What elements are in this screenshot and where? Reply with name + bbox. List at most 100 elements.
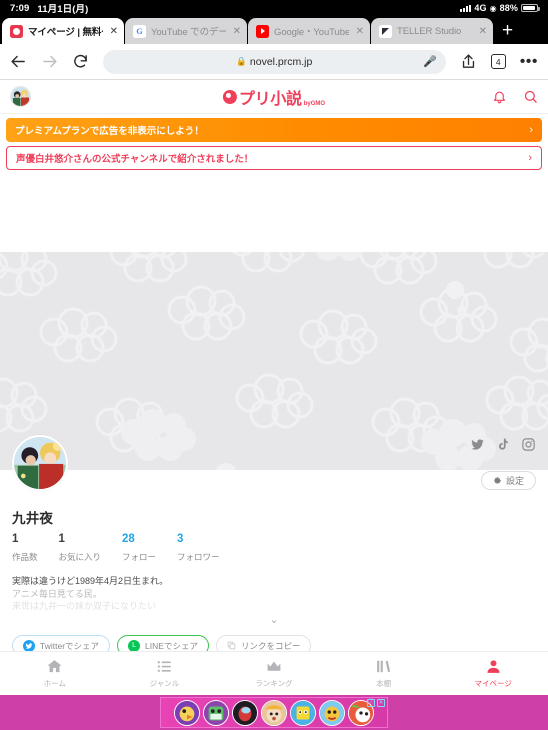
- tab-close-icon[interactable]: ✕: [477, 26, 487, 37]
- ad-banner[interactable]: ⓘ ✕: [0, 695, 548, 730]
- header-actions: [492, 89, 538, 104]
- copy-icon: [227, 641, 236, 650]
- bio-line-2: アニメ毎日見てる民。: [12, 588, 102, 599]
- stat-favorites[interactable]: 1 お気に入り: [59, 533, 102, 565]
- bio-line-1: 実際は違うけど1989年4月2日生まれ。: [12, 576, 169, 586]
- tab-title: Google・YouTube: [274, 27, 349, 38]
- ad-controls[interactable]: ⓘ ✕: [367, 699, 385, 707]
- person-icon: [487, 660, 500, 673]
- profile-stats: 1 作品数 1 お気に入り 28 フォロー 3 フォロワー: [12, 533, 220, 565]
- google-icon: G: [133, 24, 146, 38]
- game-icon: [290, 699, 316, 726]
- more-menu-button[interactable]: •••: [520, 53, 538, 69]
- browser-tab-1[interactable]: G YouTube でのデー ✕: [125, 18, 247, 44]
- share-icon[interactable]: [460, 53, 477, 70]
- share-line-label: LINEでシェア: [145, 640, 198, 651]
- browser-tab-2[interactable]: Google・YouTube ✕: [248, 18, 370, 44]
- avatar-image: [14, 437, 66, 489]
- prcm-logo-icon: [222, 89, 237, 104]
- prcm-icon: [10, 24, 23, 38]
- browser-tab-0[interactable]: マイページ | 無料ケ ✕: [2, 18, 124, 44]
- nav-label: 本棚: [376, 679, 392, 688]
- profile-cover-background: [0, 252, 548, 470]
- nav-label: ホーム: [43, 679, 66, 688]
- signal-bars-icon: [460, 4, 472, 12]
- share-twitter-label: Twitterでシェア: [40, 640, 100, 651]
- nav-bookshelf[interactable]: 本棚: [329, 658, 439, 689]
- logo-suffix: byGMO: [303, 100, 326, 107]
- nav-label: マイページ: [474, 679, 512, 688]
- tab-close-icon[interactable]: ✕: [231, 26, 241, 37]
- bio-line-3: 来世は九井一の妹か双子になりたい: [12, 601, 157, 611]
- premium-banner-text: プレミアムプランで広告を非表示にしよう！: [15, 126, 204, 137]
- stat-following[interactable]: 28 フォロー: [122, 533, 156, 565]
- settings-button[interactable]: 設定: [480, 471, 536, 490]
- stat-label: フォロー: [122, 552, 157, 562]
- nav-ranking[interactable]: ランキング: [219, 658, 329, 689]
- game-icon: [319, 699, 345, 726]
- search-icon[interactable]: [523, 89, 538, 104]
- back-arrow-icon[interactable]: [10, 53, 27, 70]
- social-links: [470, 437, 536, 452]
- tab-close-icon[interactable]: ✕: [108, 26, 118, 37]
- ad-content[interactable]: ⓘ ✕: [160, 697, 388, 728]
- twitter-icon: [23, 639, 35, 652]
- cloud-pattern-icon: [0, 252, 548, 470]
- youtube-icon: [256, 24, 269, 38]
- stat-value: 28: [122, 533, 135, 545]
- address-bar[interactable]: 🔒 novel.prcm.jp 🎤: [103, 49, 446, 74]
- new-tab-button[interactable]: +: [502, 20, 513, 42]
- status-right: 4G ◉ 88%: [460, 3, 540, 13]
- microphone-icon[interactable]: 🎤: [423, 55, 437, 68]
- battery-icon: [521, 4, 540, 12]
- tab-title: YouTube でのデー: [151, 27, 226, 38]
- instagram-icon[interactable]: [521, 437, 536, 452]
- browser-tab-strip[interactable]: マイページ | 無料ケ ✕ G YouTube でのデー ✕ Google・Yo…: [0, 16, 548, 44]
- status-network: 4G: [474, 3, 487, 13]
- nav-home[interactable]: ホーム: [0, 658, 110, 689]
- line-icon: L: [128, 639, 141, 652]
- news-banner[interactable]: 声優白井悠介さんの公式チャンネルで紹介されました！ ›: [6, 146, 542, 170]
- status-battery-pct: 88%: [499, 3, 518, 13]
- twitter-icon[interactable]: [470, 437, 485, 452]
- stat-label: お気に入り: [58, 552, 102, 562]
- ad-info-icon[interactable]: ⓘ: [367, 699, 375, 707]
- tab-close-icon[interactable]: ✕: [354, 26, 364, 37]
- stat-followers[interactable]: 3 フォロワー: [177, 533, 220, 565]
- ad-close-icon[interactable]: ✕: [377, 699, 385, 707]
- stat-value: 1: [58, 533, 65, 545]
- reload-icon[interactable]: [72, 53, 89, 70]
- location-icon: ◉: [489, 3, 497, 13]
- list-icon: [157, 661, 171, 672]
- browser-tab-3[interactable]: TELLER Studio ✕: [371, 18, 493, 44]
- nav-mypage[interactable]: マイページ: [438, 658, 548, 689]
- game-icon: [232, 699, 258, 726]
- page-title: 九井夜: [12, 511, 54, 526]
- status-time: 7:09: [10, 2, 30, 14]
- premium-plan-banner[interactable]: プレミアムプランで広告を非表示にしよう！ ›: [6, 118, 542, 142]
- ios-status-bar: 7:09 11月1日(月) 4G ◉ 88%: [0, 0, 548, 16]
- settings-label: 設定: [505, 476, 524, 486]
- gear-icon: [494, 477, 501, 484]
- stat-works[interactable]: 1 作品数: [12, 533, 38, 565]
- notification-bell-icon[interactable]: [492, 89, 507, 104]
- copy-link-label: リンクをコピー: [240, 640, 301, 651]
- forward-arrow-icon: [43, 55, 57, 68]
- status-date: 11月1日(月): [37, 4, 89, 15]
- status-left: 7:09 11月1日(月): [10, 1, 89, 16]
- tiktok-icon[interactable]: [496, 437, 510, 452]
- expand-bio-button[interactable]: ⌄: [0, 613, 548, 626]
- nav-genre[interactable]: ジャンル: [110, 658, 220, 689]
- site-logo[interactable]: プリ小説 byGMO: [222, 85, 326, 109]
- game-icon: [261, 699, 287, 726]
- tab-title: TELLER Studio: [397, 25, 462, 37]
- avatar[interactable]: [12, 435, 68, 491]
- tab-count-button[interactable]: 4: [490, 54, 506, 69]
- stat-label: フォロワー: [177, 552, 220, 562]
- tab-title: マイページ | 無料ケ: [28, 27, 103, 38]
- bottom-navigation: ホーム ジャンル ランキング 本棚 マイページ: [0, 651, 548, 695]
- header-avatar[interactable]: [10, 86, 31, 107]
- stat-value: 3: [177, 533, 184, 545]
- stat-value: 1: [12, 533, 19, 545]
- news-banner-text: 声優白井悠介さんの公式チャンネルで紹介されました！: [16, 154, 254, 165]
